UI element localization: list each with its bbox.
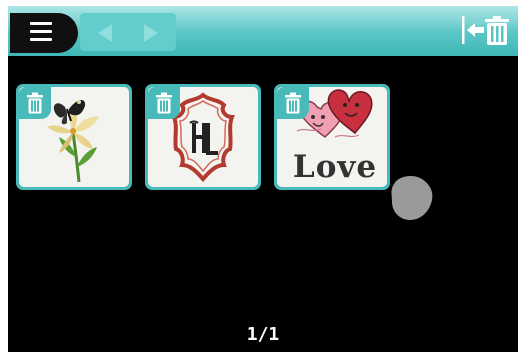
delete-design-button[interactable] <box>19 87 51 119</box>
design-preview: Love <box>277 87 387 187</box>
design-text: Love <box>292 149 378 185</box>
touch-pointer-icon <box>391 176 433 220</box>
embroidery-design-screen: Love 1/1 <box>8 6 518 352</box>
previous-page-button[interactable] <box>98 24 112 42</box>
hamburger-menu-icon <box>30 22 52 42</box>
menu-button[interactable] <box>10 13 78 53</box>
page-navigation <box>80 13 176 51</box>
page-indicator: 1/1 <box>246 324 280 345</box>
design-preview <box>19 87 129 187</box>
design-thumbnail[interactable]: Love <box>274 84 390 190</box>
exit-delete-icon <box>462 16 509 45</box>
trash-icon <box>285 92 301 114</box>
design-preview <box>148 87 258 187</box>
exit-delete-button[interactable] <box>456 10 518 54</box>
design-thumbnail[interactable] <box>145 84 261 190</box>
top-toolbar <box>8 6 518 56</box>
delete-design-button[interactable] <box>148 87 180 119</box>
trash-icon <box>156 92 172 114</box>
next-page-button[interactable] <box>144 24 158 42</box>
design-thumbnail[interactable] <box>16 84 132 190</box>
delete-design-button[interactable] <box>277 87 309 119</box>
trash-icon <box>27 92 43 114</box>
